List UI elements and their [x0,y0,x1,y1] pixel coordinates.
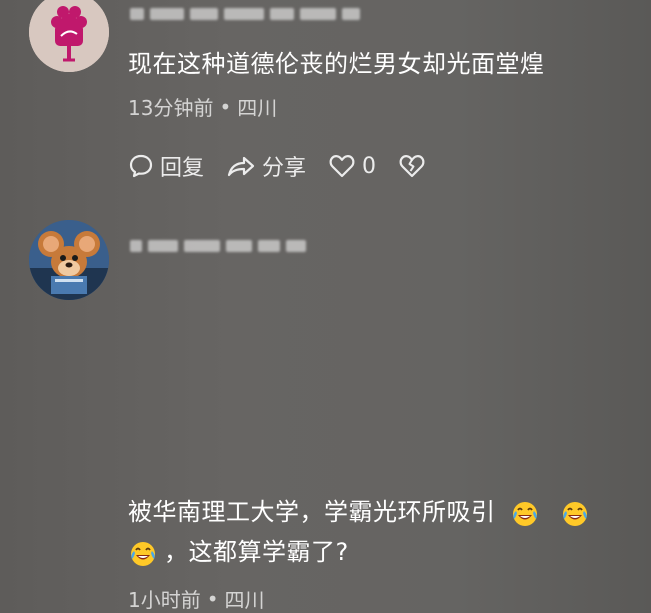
meta-separator: • [206,586,219,611]
like-button[interactable]: 0 [328,153,376,179]
comment-meta: 1小时前 • 四川 [128,584,265,613]
comment-actions: 回复 分享 0 [128,150,426,182]
blur-segment [258,240,280,252]
blur-segment [300,8,336,20]
comment-text-part2: ，这都算学霸了? [164,538,349,566]
comment-location: 四川 [237,96,278,120]
blur-segment [342,8,360,20]
share-arrow-icon [227,156,255,177]
meta-separator: • [219,94,232,119]
comment-bubble-icon [129,154,153,178]
comment-text: 被华南理工大学，学霸光环所吸引 ，这都算学霸了? [128,492,628,572]
comment-text: 现在这种道德伦丧的烂男女却光面堂煌 [128,50,545,78]
share-button[interactable]: 分享 [226,150,306,182]
blur-segment [270,8,294,20]
broken-heart-icon [399,155,425,178]
username-blurred[interactable] [130,236,306,256]
blur-segment [130,8,144,20]
blur-segment [224,8,264,20]
comment-time: 1小时前 [128,588,201,612]
laughing-crying-emoji-icon [560,498,590,528]
comment-text-part1: 被华南理工大学，学霸光环所吸引 [128,498,496,526]
avatar-logo-icon [29,0,109,72]
like-count: 0 [362,153,377,179]
share-label: 分享 [262,156,307,181]
blur-segment [148,240,178,252]
blur-segment [190,8,218,20]
blur-segment [226,240,252,252]
avatar[interactable] [29,220,109,300]
blur-segment [150,8,184,20]
avatar-cartoon-mouse-icon [29,220,109,300]
comment-time: 13分钟前 [128,96,214,120]
blur-segment [130,240,142,252]
dislike-button[interactable] [398,153,426,179]
laughing-crying-emoji-icon [128,538,158,568]
heart-icon [329,155,355,178]
comment-location: 四川 [224,588,265,612]
comment-meta: 13分钟前 • 四川 [128,92,277,121]
reply-button[interactable]: 回复 [128,150,204,182]
reply-label: 回复 [160,156,205,181]
blur-segment [184,240,220,252]
laughing-crying-emoji-icon [510,498,540,528]
blur-segment [286,240,306,252]
avatar[interactable] [29,0,109,72]
username-blurred[interactable] [130,4,360,24]
